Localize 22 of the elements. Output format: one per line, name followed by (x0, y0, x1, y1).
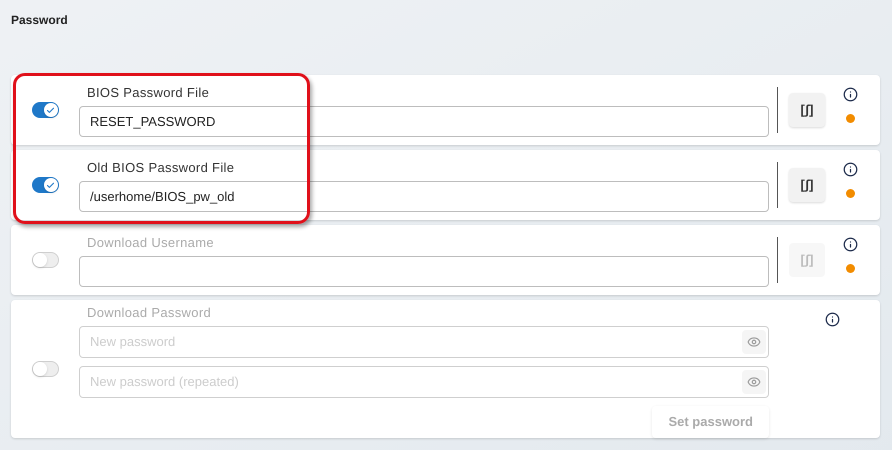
toggle-switch[interactable] (32, 177, 58, 193)
text-field[interactable]: RESET_PASSWORD (79, 106, 769, 138)
toggle-switch[interactable] (32, 361, 58, 377)
toggle-switch[interactable] (32, 102, 58, 118)
info-icon[interactable] (843, 87, 858, 102)
check-icon (46, 180, 55, 190)
eye-icon[interactable] (742, 370, 766, 394)
text-field[interactable] (79, 256, 769, 288)
info-icon[interactable] (843, 237, 858, 252)
text-field[interactable]: /userhome/BIOS_pw_old (79, 181, 769, 212)
field-label: Download Password (87, 304, 212, 322)
info-icon[interactable] (825, 312, 840, 327)
check-icon (46, 106, 55, 114)
info-icon[interactable] (843, 162, 858, 177)
script-button[interactable]: [ʃ] (789, 168, 825, 202)
section-title: Password (11, 13, 68, 27)
field-label: Download Username (87, 234, 215, 252)
script-button[interactable]: [ʃ] (789, 93, 825, 127)
eye-icon[interactable] (742, 330, 766, 354)
toggle-switch[interactable] (32, 252, 58, 268)
field-label: Old BIOS Password File (87, 158, 236, 177)
field-label: BIOS Password File (87, 84, 210, 102)
